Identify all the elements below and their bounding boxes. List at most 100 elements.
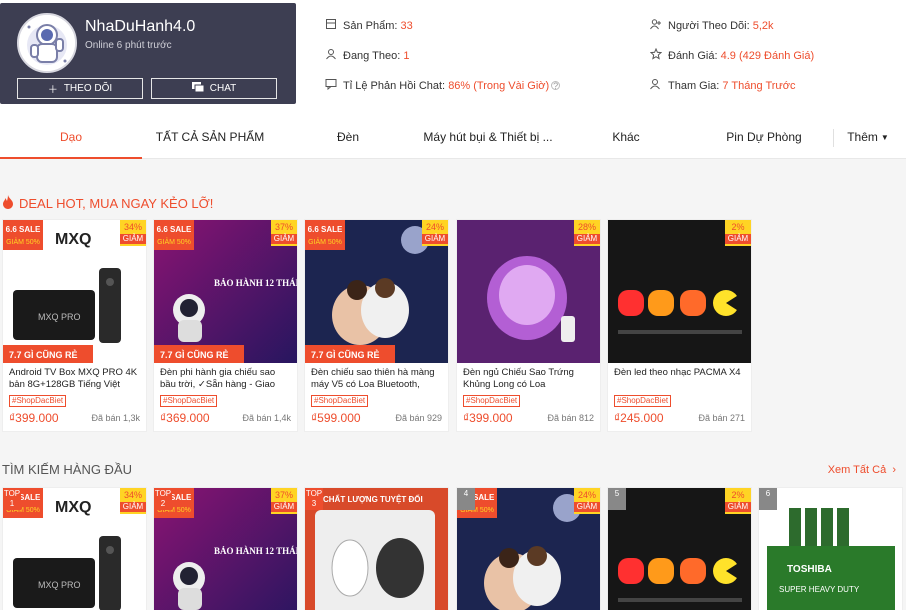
shop-avatar[interactable] xyxy=(17,13,77,73)
chat-button[interactable]: CHAT xyxy=(151,78,277,99)
discount-value: 37% xyxy=(274,222,293,232)
discount-label: GIẢM xyxy=(120,234,146,244)
product-image[interactable]: 6.6 SALEGIẢM 50% MXQ MXQ PRO 7.7 GÌ CŨNG… xyxy=(3,220,146,363)
shop-tag: #ShopDacBiet xyxy=(614,395,672,407)
product-image[interactable]: CHẤT LƯỢNG TUYỆT ĐỐI TOP 3 xyxy=(305,488,448,610)
svg-text:6.6 SALE: 6.6 SALE xyxy=(6,225,41,234)
product-name[interactable]: Đèn phi hành gia chiếu sao bầu trời, ✓Sẵ… xyxy=(154,367,297,391)
discount-badge: 34% GIẢM xyxy=(120,220,146,246)
tab-more[interactable]: Thêm ▼ xyxy=(836,117,900,157)
tab-den[interactable]: Đèn xyxy=(278,117,418,157)
product-card[interactable]: 6.6 SALE GIẢM 50% 7.7 GÌ CŨNG RẺ 24% GIẢM… xyxy=(304,219,449,432)
svg-text:BẢO HÀNH 12 THÁNG: BẢO HÀNH 12 THÁNG xyxy=(214,546,297,556)
product-image[interactable]: 5 2% GIẢM xyxy=(608,488,751,610)
product-card[interactable]: 28% GIẢM Đèn ngủ Chiếu Sao Trứng Khủng L… xyxy=(456,219,601,432)
discount-badge: 28% GIẢM xyxy=(574,220,600,246)
top-product-card[interactable]: CHẤT LƯỢNG TUYỆT ĐỐI TOP 3 xyxy=(304,487,449,610)
chat-button-label: CHAT xyxy=(209,83,237,94)
stat-joined-label: Tham Gia: xyxy=(668,79,720,92)
rank-number: 5 xyxy=(614,489,620,498)
top-product-card[interactable]: 6.6 SALEGIẢM 50% 7.7 GÌ CŨNG RẺ 4 24% GI… xyxy=(456,487,601,610)
info-icon[interactable]: ? xyxy=(551,81,561,91)
discount-value: 34% xyxy=(123,490,142,500)
discount-label: GIẢM xyxy=(725,234,751,244)
top-search-header: TÌM KIẾM HÀNG ĐẦU xyxy=(2,462,132,477)
product-sold: Đã bán 812 xyxy=(547,413,594,423)
user-icon xyxy=(325,48,337,63)
follow-button[interactable]: ＋ THEO DÕI xyxy=(17,78,143,99)
svg-text:SUPER HEAVY DUTY: SUPER HEAVY DUTY xyxy=(779,585,860,594)
product-image[interactable]: TOSHIBA SUPER HEAVY DUTY 6 xyxy=(759,488,902,610)
chat-bubble-icon xyxy=(325,78,337,93)
flame-icon xyxy=(2,195,14,212)
stat-followers: Người Theo Dõi: 5,2k xyxy=(650,18,774,33)
rank-badge: 4 xyxy=(457,488,475,510)
product-image[interactable]: 6.6 SALE GIẢM 50% 7.7 GÌ CŨNG RẺ 24% GIẢM xyxy=(305,220,448,363)
rank-number: 1 xyxy=(9,499,15,508)
discount-badge: 2% GIẢM xyxy=(725,220,751,246)
discount-label: GIẢM xyxy=(574,502,600,512)
rank-prefix: TOP xyxy=(305,489,323,498)
product-image[interactable]: 6.6 SALEGIẢM 50% BẢO HÀNH 12 THÁNG 7.7 G… xyxy=(154,220,297,363)
tab-khac[interactable]: Khác xyxy=(558,117,694,157)
product-price: ₫369.000 xyxy=(160,411,210,425)
rank-number: 2 xyxy=(160,499,166,508)
product-name[interactable]: Đèn ngủ Chiếu Sao Trứng Khủng Long có Lo… xyxy=(457,367,600,391)
product-name[interactable]: Đèn led theo nhạc PACMA X4 xyxy=(608,367,751,391)
top-product-card[interactable]: 5 2% GIẢM xyxy=(607,487,752,610)
rank-badge: TOP 1 xyxy=(3,488,21,510)
stat-rating-label: Đánh Giá: xyxy=(668,49,718,62)
product-card[interactable]: 6.6 SALE GIẢM 50% BẢO HÀNH 12 THÁNG 7.7 G… xyxy=(153,219,298,432)
product-price: ₫245.000 xyxy=(614,411,664,425)
discount-badge: 24% GIẢM xyxy=(422,220,448,246)
svg-text:7.7 GÌ CŨNG RẺ: 7.7 GÌ CŨNG RẺ xyxy=(9,349,78,360)
rank-badge: 5 xyxy=(608,488,626,510)
product-sold: Đã bán 929 xyxy=(395,413,442,423)
product-image[interactable]: 6.6 SALEGIẢM 50% BẢO HÀNH 12 THÁNG 7.7 G… xyxy=(154,488,297,610)
star-icon xyxy=(649,47,663,63)
product-card[interactable]: 2% GIẢM Đèn led theo nhạc PACMA X4 #Shop… xyxy=(607,219,752,432)
product-name[interactable]: Android TV Box MXQ PRO 4K bản 8G+128GB T… xyxy=(3,367,146,391)
tab-more-label: Thêm xyxy=(847,130,878,144)
top-product-card[interactable]: 6.6 SALEGIẢM 50% BẢO HÀNH 12 THÁNG 7.7 G… xyxy=(153,487,298,610)
discount-value: 28% xyxy=(577,222,596,232)
product-image[interactable]: 2% GIẢM xyxy=(608,220,751,363)
product-image[interactable]: 6.6 SALEGIẢM 50% MXQ MXQ PRO 7.7 GÌ CŨNG… xyxy=(3,488,146,610)
discount-label: GIẢM xyxy=(725,502,751,512)
tab-vacuum[interactable]: Máy hút bụi & Thiết bị ... xyxy=(418,117,558,157)
tab-powerbank[interactable]: Pin Dự Phòng xyxy=(694,117,834,157)
top-product-card[interactable]: 6.6 SALEGIẢM 50% MXQ MXQ PRO 7.7 GÌ CŨNG… xyxy=(2,487,147,610)
followers-icon xyxy=(650,18,662,33)
caret-down-icon: ▼ xyxy=(880,132,889,142)
deal-section-title: DEAL HOT, MUA NGAY KẺO LỠ! xyxy=(19,196,214,211)
product-image[interactable]: 28% GIẢM xyxy=(457,220,600,363)
product-name[interactable]: Đèn chiếu sao thiên hà màng máy V5 có Lo… xyxy=(305,367,448,391)
follow-button-label: THEO DÕI xyxy=(63,83,113,94)
tab-dao[interactable]: Dạo xyxy=(0,117,142,159)
product-image[interactable]: 6.6 SALEGIẢM 50% 7.7 GÌ CŨNG RẺ 4 24% GI… xyxy=(457,488,600,610)
stat-products-label: Sản Phẩm: xyxy=(343,19,398,32)
product-sold: Đã bán 271 xyxy=(698,413,745,423)
discount-badge: 37% GIẢM xyxy=(271,220,297,246)
rank-prefix: TOP xyxy=(3,489,21,498)
deal-section-header: DEAL HOT, MUA NGAY KẺO LỠ! xyxy=(2,195,213,212)
user-check-icon xyxy=(650,78,662,93)
discount-badge: 2% GIẢM xyxy=(725,488,751,514)
discount-badge: 34% GIẢM xyxy=(120,488,146,514)
discount-label: GIẢM xyxy=(120,502,146,512)
svg-text:6.6 SALE: 6.6 SALE xyxy=(157,225,192,234)
tab-all-products[interactable]: TẤT CẢ SẢN PHẨM xyxy=(142,117,278,157)
product-card[interactable]: 6.6 SALE GIẢM 50% MXQ MXQ PRO 7.7 GÌ CŨNG… xyxy=(2,219,147,432)
discount-value: 2% xyxy=(731,222,745,232)
product-price: ₫599.000 xyxy=(311,411,361,425)
discount-label: GIẢM xyxy=(422,234,448,244)
stat-products-value: 33 xyxy=(400,19,413,32)
svg-text:7.7 GÌ CŨNG RẺ: 7.7 GÌ CŨNG RẺ xyxy=(160,349,229,360)
rank-number: 3 xyxy=(311,499,317,508)
shop-online-status: Online 6 phút trước xyxy=(85,40,172,51)
plus-icon: ＋ xyxy=(47,85,58,96)
see-all-link[interactable]: Xem Tất Cả › xyxy=(828,464,896,476)
svg-text:MXQ PRO: MXQ PRO xyxy=(38,580,81,590)
discount-value: 24% xyxy=(425,222,444,232)
top-product-card[interactable]: TOSHIBA SUPER HEAVY DUTY 6 xyxy=(758,487,903,610)
